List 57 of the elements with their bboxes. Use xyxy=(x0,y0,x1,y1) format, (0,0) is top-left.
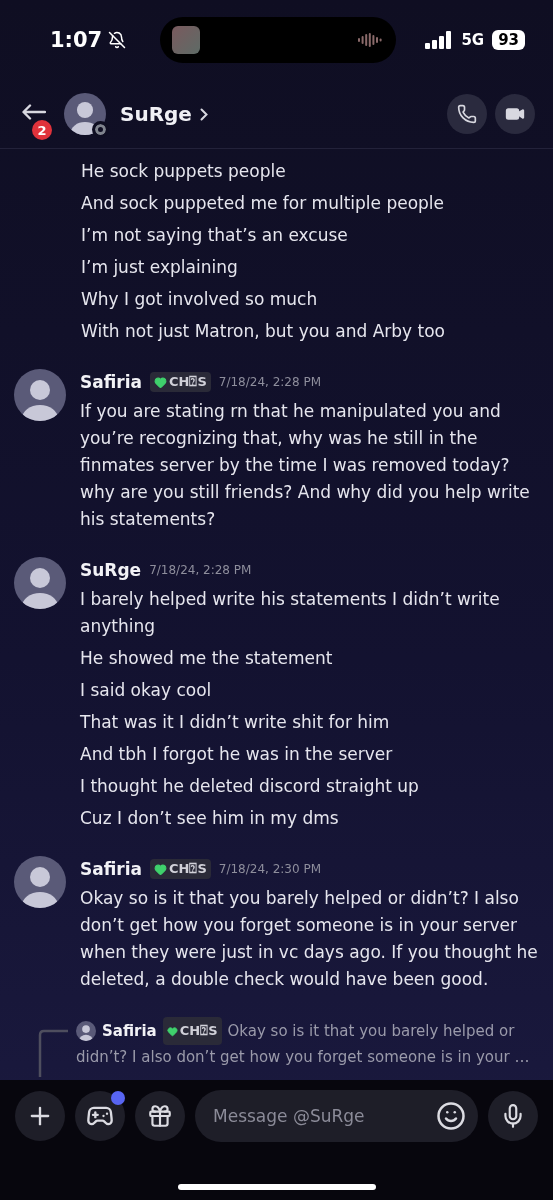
reply-connector xyxy=(38,1029,68,1077)
message-text: I thought he deleted discord straight up xyxy=(80,774,420,798)
message-text: That was it I didn’t write shit for him xyxy=(80,710,391,734)
heart-icon xyxy=(154,375,167,389)
author-name[interactable]: Safiria xyxy=(102,1019,157,1043)
battery-level: 93 xyxy=(492,30,525,50)
network-label: 5G xyxy=(461,31,485,49)
message-text: Okay so is it that you barely helped or didn’t? I also don’t get how you forget someone is in your server when they were just in vc days ago. If you thought he deleted, a double check would have been good. xyxy=(80,886,539,991)
message-text: I’m not saying that’s an excuse xyxy=(81,223,349,247)
back-button[interactable] xyxy=(22,104,46,120)
message-text: I barely helped write his statements I didn’t write anything xyxy=(80,587,501,638)
clock: 1:07 xyxy=(50,28,103,52)
signal-icon xyxy=(425,31,454,49)
waveform-icon xyxy=(358,33,385,47)
author-name[interactable]: Safiria xyxy=(80,859,142,879)
voice-call-button[interactable] xyxy=(447,94,487,134)
timestamp: 7/18/24, 2:28 PM xyxy=(149,563,252,577)
contact-name[interactable]: SuRge xyxy=(120,102,208,126)
message-text: He sock puppets people xyxy=(81,159,287,183)
message-field[interactable]: Message @SuRge xyxy=(195,1090,478,1142)
message-text: I said okay cool xyxy=(80,678,213,702)
phone-icon xyxy=(457,104,477,124)
avatar[interactable] xyxy=(14,557,66,609)
message-text: With not just Matron, but you and Arby too xyxy=(81,319,447,343)
message-text: Cuz I don’t see him in my dms xyxy=(80,806,340,830)
unread-badge: 2 xyxy=(32,120,52,140)
avatar[interactable] xyxy=(64,93,106,135)
avatar[interactable] xyxy=(14,856,66,908)
server-tag: CH⍰S xyxy=(162,1017,222,1045)
video-call-button[interactable] xyxy=(495,94,535,134)
emoji-icon[interactable] xyxy=(436,1101,466,1131)
author-name[interactable]: Safiria xyxy=(80,372,142,392)
message-text: I’m just explaining xyxy=(81,255,239,279)
chevron-right-icon xyxy=(199,107,208,121)
games-button[interactable] xyxy=(75,1091,125,1141)
message-text: He showed me the statement xyxy=(80,646,334,670)
message-text: And tbh I forgot he was in the server xyxy=(80,742,394,766)
timestamp: 7/18/24, 2:30 PM xyxy=(218,862,322,876)
heart-icon xyxy=(154,862,167,876)
message-text: And sock puppeted me for multiple people xyxy=(81,191,446,215)
gift-icon xyxy=(147,1103,173,1129)
back-arrow-icon xyxy=(22,104,46,120)
avatar[interactable] xyxy=(14,369,66,421)
heart-icon xyxy=(166,1025,178,1037)
reply-preview-text[interactable]: Okay so is it that you barely helped or xyxy=(227,1019,515,1043)
microphone-button[interactable] xyxy=(488,1091,538,1141)
message-text: Why I got involved so much xyxy=(81,287,319,311)
server-tag: CH⍰S xyxy=(150,372,211,392)
server-tag: CH⍰S xyxy=(150,859,211,879)
reply-preview-text[interactable]: didn’t? I also don’t get how you forget someone is in your … xyxy=(76,1048,530,1066)
add-button[interactable] xyxy=(15,1091,65,1141)
avatar[interactable] xyxy=(76,1021,96,1041)
message-text: If you are stating rn that he manipulated you and you’re recognizing that, why was he still in the finmates server by the time I was removed today? why are you still friends? And why did you help write his statements? xyxy=(80,399,531,531)
author-name[interactable]: SuRge xyxy=(80,560,142,580)
message-input[interactable]: Message @SuRge xyxy=(211,1105,436,1127)
gift-button[interactable] xyxy=(135,1091,185,1141)
timestamp: 7/18/24, 2:28 PM xyxy=(218,375,322,389)
